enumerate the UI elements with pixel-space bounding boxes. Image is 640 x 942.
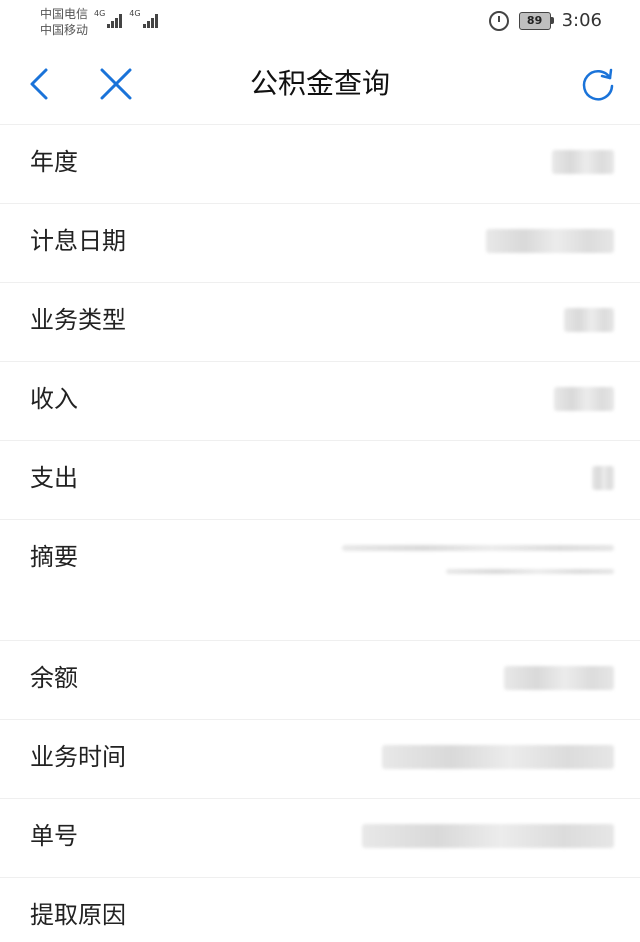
status-bar: 中国电信 中国移动 4G 4G 89 3:06	[0, 0, 640, 46]
list-item-year: 年度	[0, 124, 640, 203]
row-value-redacted	[486, 224, 614, 258]
network-1-label: 4G	[94, 9, 106, 18]
carrier-2: 中国移动	[40, 23, 89, 37]
row-label: 计息日期	[30, 227, 126, 255]
row-label: 业务时间	[30, 743, 126, 771]
network-2: 4G	[129, 10, 158, 28]
row-label: 摘要	[30, 543, 78, 571]
list-item-business-time: 业务时间	[0, 719, 640, 798]
signal-icon	[107, 10, 123, 28]
list-item-business-type: 业务类型	[0, 282, 640, 361]
row-label: 支出	[30, 464, 78, 492]
row-label: 单号	[30, 822, 78, 850]
network-indicators: 4G 4G	[94, 10, 165, 28]
refresh-icon	[582, 68, 614, 101]
row-value-redacted	[554, 382, 614, 416]
row-label: 收入	[30, 385, 78, 413]
screen: 中国电信 中国移动 4G 4G 89 3:06 公积金查询 年度 计息日期 业务…	[0, 0, 640, 942]
row-label: 年度	[30, 148, 78, 176]
list-item-withdraw-reason: 提取原因	[0, 877, 640, 942]
battery-level: 89	[518, 11, 551, 30]
status-right: 89 3:06	[488, 10, 602, 31]
list-item-interest-date: 计息日期	[0, 203, 640, 282]
row-value-redacted	[362, 819, 614, 853]
list-item-income: 收入	[0, 361, 640, 440]
carrier-1: 中国电信	[40, 7, 89, 21]
row-value-redacted	[552, 145, 614, 179]
refresh-button[interactable]	[578, 64, 618, 104]
list-item-balance: 余额	[0, 640, 640, 719]
status-time: 3:06	[561, 10, 602, 31]
signal-icon	[142, 10, 159, 28]
row-label: 业务类型	[30, 306, 126, 334]
row-value-redacted	[382, 740, 614, 774]
network-2-label: 4G	[129, 9, 141, 18]
row-value-redacted	[592, 461, 614, 495]
list-item-summary: 摘要	[0, 519, 640, 640]
list-item-serial-number: 单号	[0, 798, 640, 877]
detail-list: 年度 计息日期 业务类型 收入 支出 摘要 余额 业务时间 单号 提取原因	[0, 124, 640, 942]
network-1: 4G	[94, 10, 123, 28]
alarm-icon	[488, 10, 509, 31]
page-title: 公积金查询	[249, 67, 390, 100]
row-label: 提取原因	[30, 901, 126, 929]
row-value-redacted	[504, 661, 614, 695]
row-label: 余额	[30, 664, 78, 692]
row-value-redacted	[342, 540, 614, 574]
nav-bar: 公积金查询	[0, 46, 640, 124]
list-item-expense: 支出	[0, 440, 640, 519]
carrier-info: 中国电信 中国移动	[40, 6, 88, 38]
row-value-redacted	[564, 303, 614, 337]
battery-icon: 89	[518, 11, 554, 30]
